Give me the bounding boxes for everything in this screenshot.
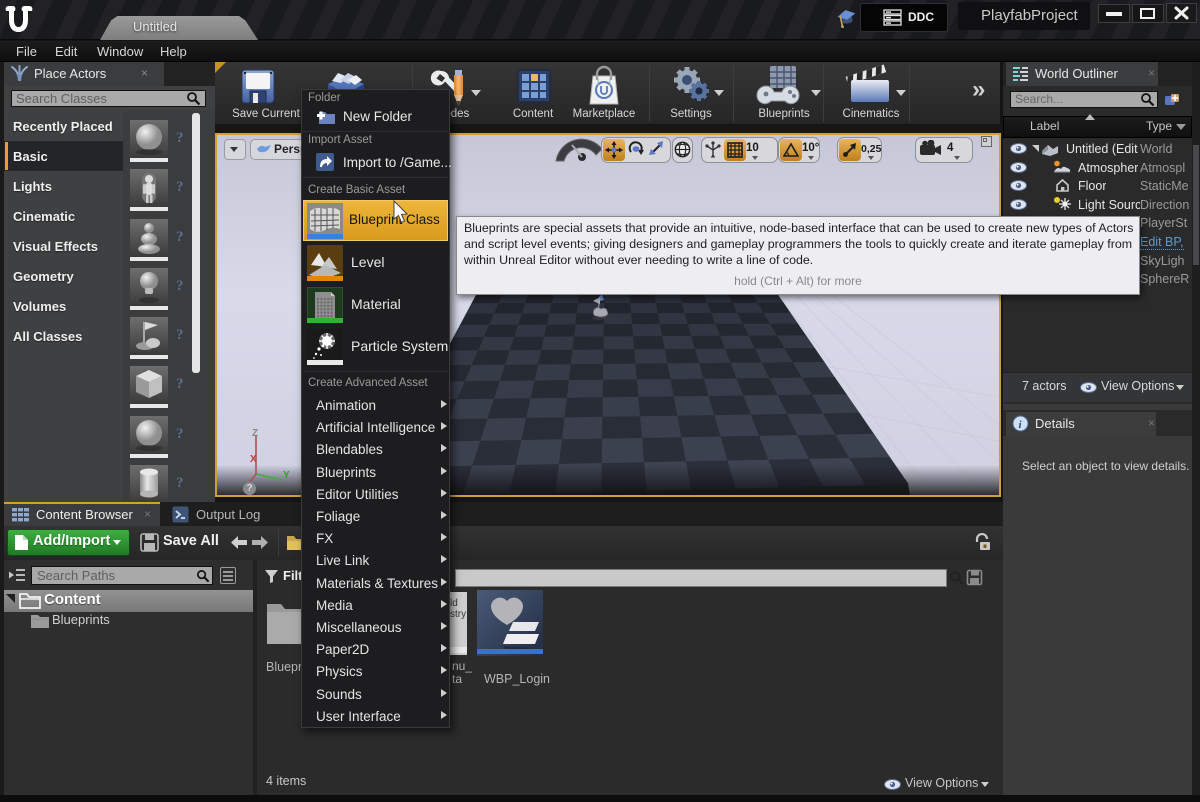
svg-text:Y: Y bbox=[283, 470, 290, 481]
svg-text:X: X bbox=[250, 454, 257, 465]
svg-text:Z: Z bbox=[252, 428, 258, 439]
